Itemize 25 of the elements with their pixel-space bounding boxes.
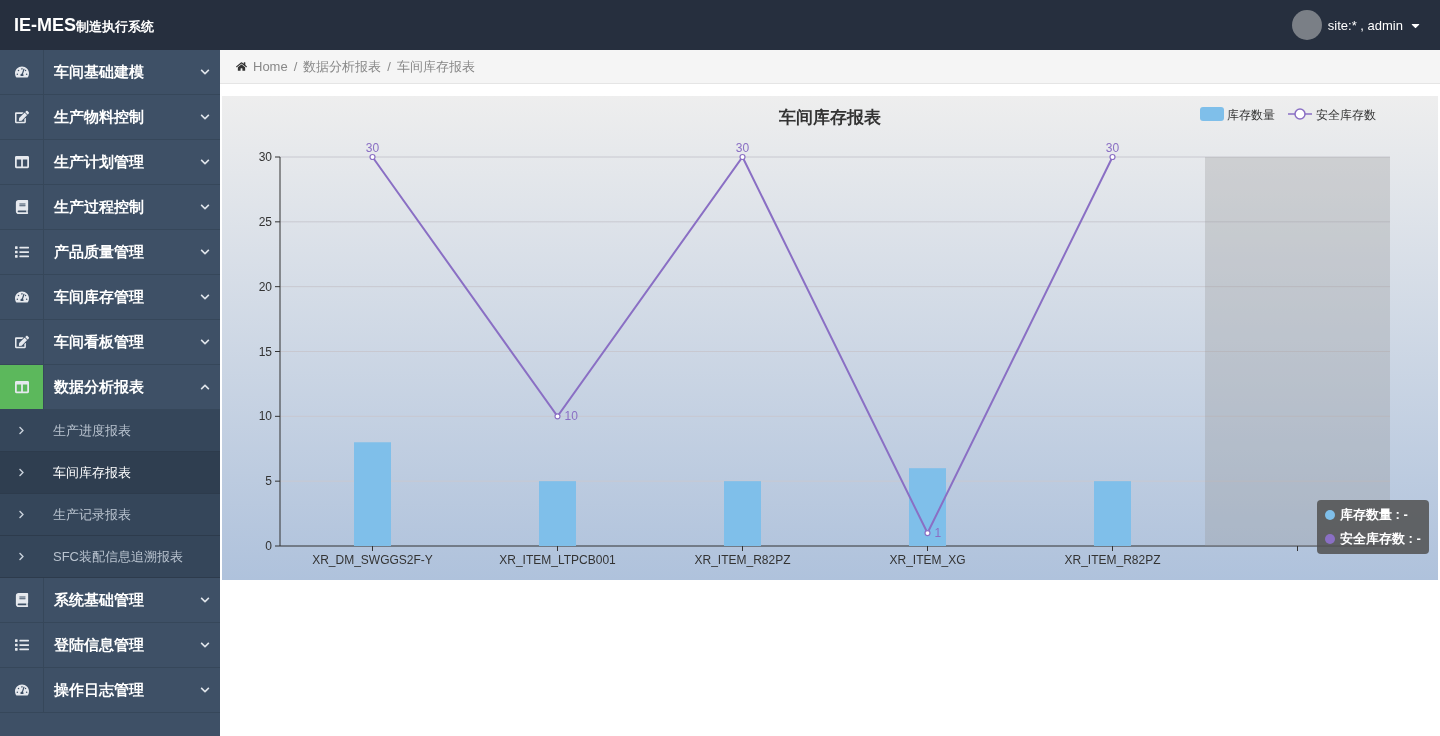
data-label: 30 <box>735 141 750 155</box>
x-axis-label: XR_ITEM_XG <box>889 553 966 567</box>
data-label: 1 <box>934 526 942 541</box>
y-axis-label: 20 <box>258 279 272 294</box>
tooltip-text: 库存数量 : - <box>1340 506 1408 524</box>
x-axis-label: XR_DM_SWGGS2F-Y <box>312 553 433 567</box>
legend-label: 安全库存数 <box>1316 108 1376 122</box>
data-label: 30 <box>365 141 380 155</box>
y-axis-label: 30 <box>258 150 272 164</box>
data-label: 10 <box>564 409 578 424</box>
y-axis-label: 15 <box>258 344 272 359</box>
y-axis-label: 0 <box>265 539 272 553</box>
data-label: 30 <box>1105 141 1120 155</box>
app-title: IE-MES制造执行系统 <box>14 14 154 36</box>
tooltip-text: 安全库存数 : - <box>1340 530 1421 548</box>
x-axis-label: XR_ITEM_R82PZ <box>1064 553 1161 567</box>
y-axis-label: 10 <box>258 409 272 424</box>
breadcrumb-separator: / <box>293 59 298 74</box>
y-axis-label: 25 <box>258 214 272 229</box>
x-axis-label: XR_ITEM_R82PZ <box>694 553 791 567</box>
chart-title: 车间库存报表 <box>779 108 881 127</box>
x-axis-label: XR_ITEM_LTPCB001 <box>499 553 616 567</box>
legend-label: 库存数量 <box>1227 108 1275 122</box>
y-axis-label: 5 <box>265 474 272 489</box>
breadcrumb-separator: / <box>387 59 391 74</box>
